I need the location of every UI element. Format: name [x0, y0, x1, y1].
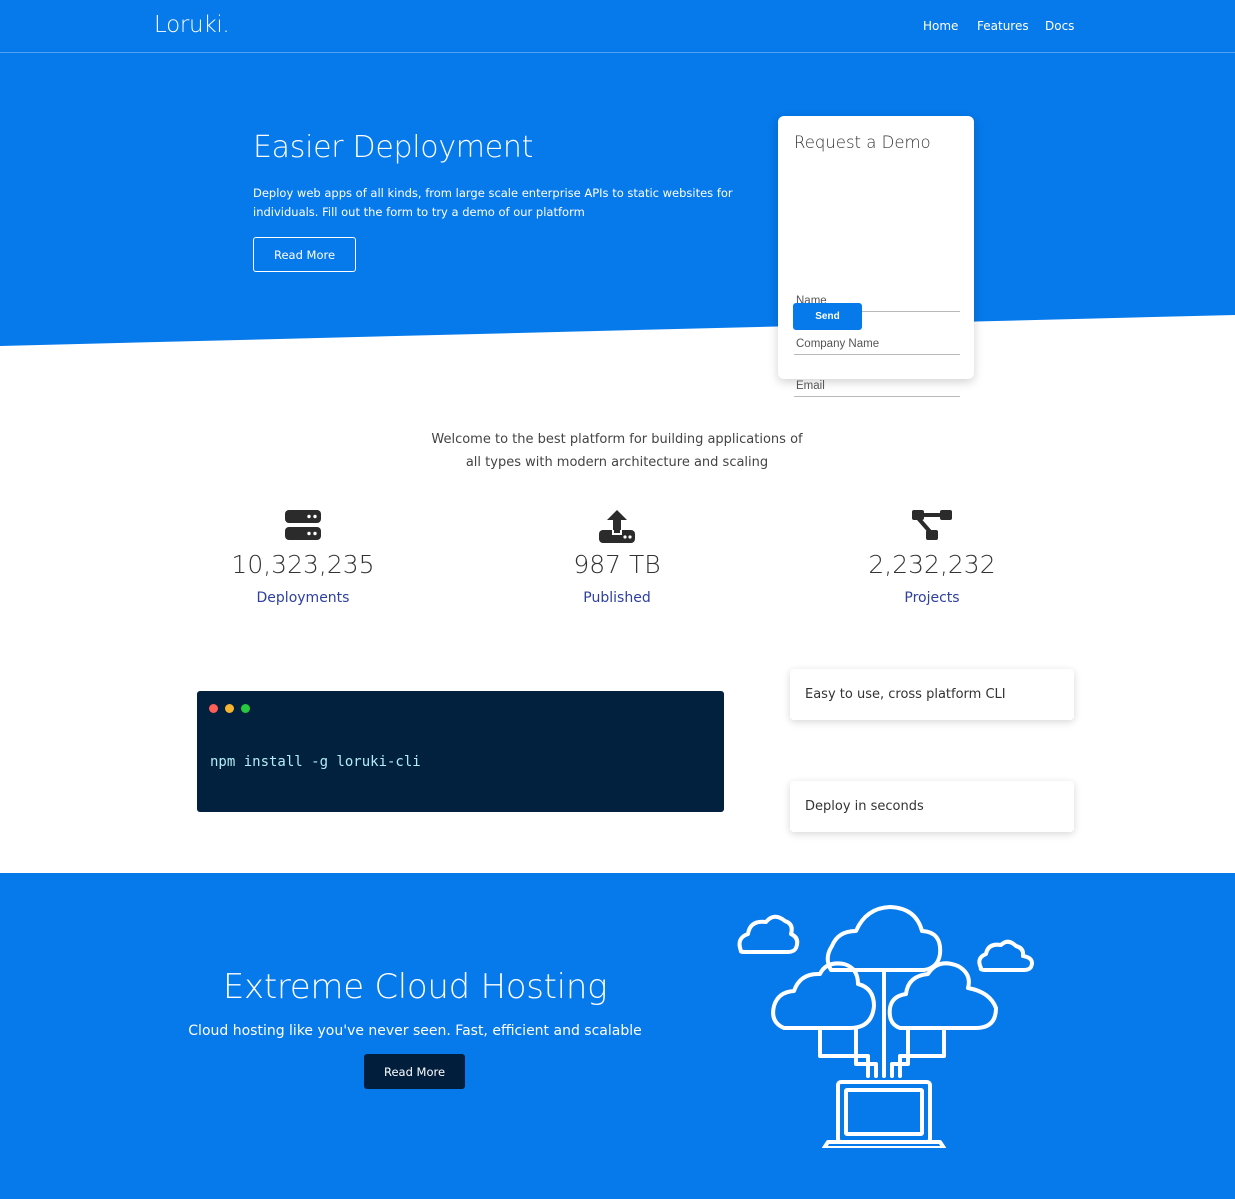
- stat-value: 10,323,235: [231, 550, 375, 579]
- nav-link-docs[interactable]: Docs: [1045, 19, 1074, 33]
- feature-card-cli: Easy to use, cross platform CLI: [790, 669, 1074, 720]
- project-diagram-icon: [822, 508, 1042, 544]
- navbar: Loruki. Home Features Docs: [0, 0, 1235, 53]
- cloud-hosting-section: Extreme Cloud Hosting Cloud hosting like…: [0, 873, 1235, 1199]
- stat-value: 987 TB: [573, 550, 661, 579]
- cloud-computing-icon: [737, 905, 1034, 1148]
- stat-value: 2,232,232: [868, 550, 996, 579]
- close-dot-icon: [209, 704, 218, 713]
- terminal-command[interactable]: npm install -g loruki-cli: [210, 754, 421, 770]
- hero-description: Deploy web apps of all kinds, from large…: [253, 186, 733, 219]
- welcome-text: Welcome to the best platform for buildin…: [431, 432, 803, 470]
- demo-form-card: Request a Demo Send: [778, 116, 974, 397]
- send-button[interactable]: Send: [793, 303, 862, 330]
- stat-deployments: 10,323,235 Deployments: [193, 508, 413, 606]
- cloud-read-more-button[interactable]: Read More: [364, 1054, 465, 1089]
- stat-label: Projects: [904, 590, 960, 606]
- company-name-field[interactable]: [794, 333, 960, 355]
- terminal-window: npm install -g loruki-cli: [197, 691, 724, 812]
- stat-published: 987 TB Published: [507, 508, 727, 606]
- nav-link-home[interactable]: Home: [923, 19, 958, 33]
- stat-label: Deployments: [256, 590, 350, 606]
- server-icon: [193, 508, 413, 544]
- feature-card-deploy: Deploy in seconds: [790, 781, 1074, 832]
- cloud-subtitle: Cloud hosting like you've never seen. Fa…: [188, 1023, 642, 1039]
- logo[interactable]: Loruki.: [154, 12, 230, 38]
- email-field[interactable]: [794, 375, 960, 397]
- stat-label: Published: [583, 590, 651, 606]
- stat-projects: 2,232,232 Projects: [822, 508, 1042, 606]
- minimize-dot-icon: [225, 704, 234, 713]
- hero-title: Easier Deployment: [253, 130, 534, 165]
- hero-read-more-button[interactable]: Read More: [253, 237, 356, 272]
- cloud-title: Extreme Cloud Hosting: [222, 967, 608, 1007]
- upload-icon: [507, 508, 727, 544]
- maximize-dot-icon: [241, 704, 250, 713]
- demo-form-title: Request a Demo: [794, 133, 931, 152]
- nav-link-features[interactable]: Features: [977, 19, 1029, 33]
